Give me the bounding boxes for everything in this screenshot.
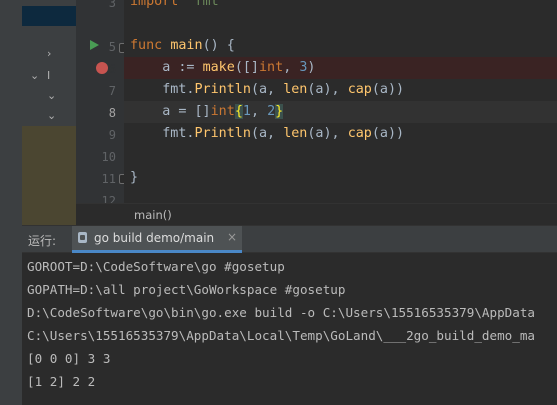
chevron-down-icon[interactable]: ⌄ — [47, 90, 56, 102]
line-number: 7 — [108, 84, 116, 98]
code-line: import "fmt" — [130, 0, 227, 9]
close-icon[interactable]: × — [227, 230, 237, 244]
console-output[interactable]: GOROOT=D:\CodeSoftware\go #gosetup GOPAT… — [22, 253, 557, 405]
go-file-icon — [78, 232, 87, 243]
tree-node-marker[interactable]: I — [47, 70, 50, 82]
run-tab-label: go build demo/main — [94, 231, 215, 245]
console-line: GOPATH=D:\all project\GoWorkspace #goset… — [27, 282, 346, 297]
breadcrumb: main() — [76, 203, 557, 226]
breakpoint-icon[interactable] — [96, 62, 108, 74]
console-line: GOROOT=D:\CodeSoftware\go #gosetup — [27, 259, 285, 274]
run-gutter-icon[interactable] — [90, 40, 99, 50]
line-number: 9 — [108, 128, 116, 142]
console-line: C:\Users\15516535379\AppData\Local\Temp\… — [27, 328, 535, 343]
code-line: fmt.Println(a, len(a), cap(a)) — [162, 126, 405, 141]
chevron-down-icon[interactable]: ⌄ — [30, 70, 39, 82]
console-line: [0 0 0] 3 3 — [27, 351, 111, 366]
project-selected-row[interactable] — [22, 6, 76, 26]
project-scroll-area — [22, 126, 76, 225]
run-label: 运行: — [28, 234, 57, 248]
run-tool-window-header: 运行: go build demo/main × — [22, 225, 557, 253]
console-line: D:\CodeSoftware\go\bin\go.exe build -o C… — [27, 305, 535, 320]
line-number: 10 — [101, 150, 116, 164]
code-line: func main() { — [130, 38, 235, 53]
run-tab[interactable]: go build demo/main × — [72, 226, 242, 253]
chevron-right-icon[interactable]: › — [47, 48, 51, 60]
line-number: 3 — [108, 0, 116, 10]
console-line: [1 2] 2 2 — [27, 374, 96, 389]
code-line: fmt.Println(a, len(a), cap(a)) — [162, 82, 405, 97]
project-panel: › ⌄ I ⌄ ⌄ — [22, 0, 76, 225]
chevron-down-icon[interactable]: ⌄ — [47, 110, 56, 122]
code-editor[interactable]: import "fmt" func main() { a := make([]i… — [124, 0, 557, 203]
code-line: } — [130, 170, 139, 185]
tool-window-strip — [0, 0, 22, 405]
line-number: 8 — [108, 106, 116, 120]
code-line-breakpoint: a := make([]int, 3) — [124, 57, 557, 79]
code-line-current: a = []int{1, 2} — [124, 101, 557, 123]
breadcrumb-item[interactable]: main() — [134, 208, 172, 222]
line-number: 11 — [101, 172, 116, 186]
